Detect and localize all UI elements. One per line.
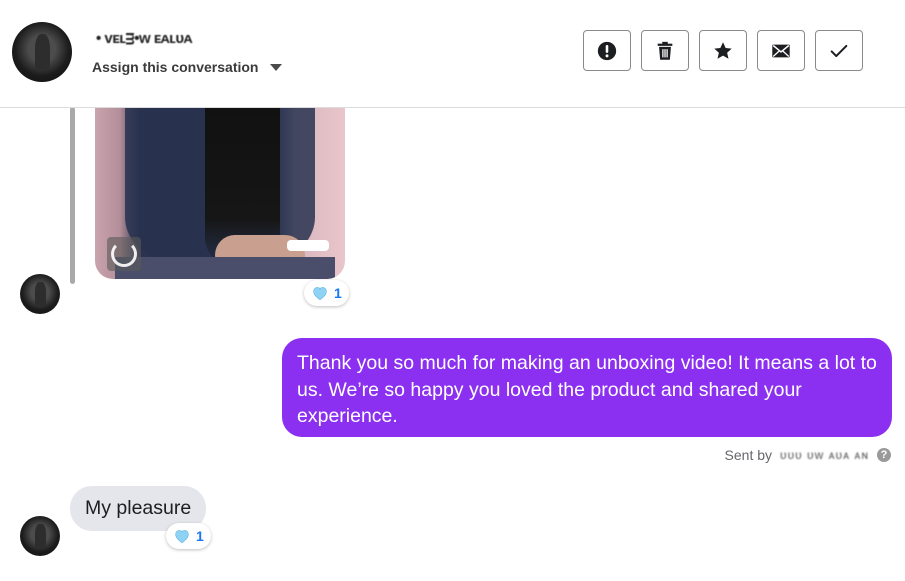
sender-avatar[interactable] <box>20 274 60 314</box>
outgoing-message[interactable]: Thank you so much for making an unboxing… <box>282 338 892 437</box>
sender-avatar[interactable] <box>20 516 60 556</box>
sent-by-label: Sent by <box>724 447 773 463</box>
sent-by-line: Sent by ᴜᴜᴜ ᴜᴡ ᴀᴜᴀ ᴀɴ ? <box>725 447 891 463</box>
assign-conversation-dropdown[interactable]: Assign this conversation <box>92 59 283 75</box>
envelope-icon <box>772 44 790 57</box>
media-watermark <box>287 240 329 251</box>
conversation-header: • ᴠᴇʟᴟ•ᴡ ᴇᴀʟᴜᴀ Assign this conversation <box>0 0 905 108</box>
chevron-down-icon <box>270 63 283 71</box>
contact-avatar[interactable] <box>12 22 72 82</box>
star-icon <box>714 41 732 59</box>
trash-icon <box>657 41 673 60</box>
spam-button[interactable] <box>583 30 631 71</box>
scrollbar-thumb[interactable] <box>70 107 75 284</box>
star-button[interactable] <box>699 30 747 71</box>
reaction-count: 1 <box>334 285 342 301</box>
mark-unread-button[interactable] <box>757 30 805 71</box>
media-lap <box>115 257 335 279</box>
reaction-count: 1 <box>196 528 204 544</box>
sender-name: ᴜᴜᴜ ᴜᴡ ᴀᴜᴀ ᴀɴ <box>780 448 869 462</box>
check-icon <box>830 44 848 57</box>
contact-name[interactable]: • ᴠᴇʟᴟ•ᴡ ᴇᴀʟᴜᴀ <box>96 30 192 47</box>
loading-icon <box>107 237 141 271</box>
done-button[interactable] <box>815 30 863 71</box>
delete-button[interactable] <box>641 30 689 71</box>
heart-icon <box>175 530 189 544</box>
media-reaction-badge[interactable]: 1 <box>304 280 349 306</box>
message-reaction-badge[interactable]: 1 <box>166 523 211 549</box>
conversation-actions <box>583 30 863 71</box>
media-attachment[interactable] <box>95 107 345 279</box>
assign-label: Assign this conversation <box>92 59 259 75</box>
alert-icon <box>597 41 617 60</box>
heart-icon <box>313 287 327 301</box>
help-icon[interactable]: ? <box>877 448 891 462</box>
